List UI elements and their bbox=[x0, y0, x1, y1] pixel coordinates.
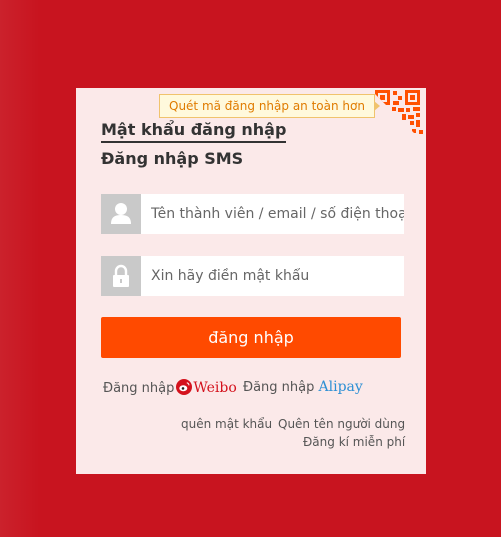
login-button[interactable]: đăng nhập bbox=[101, 317, 401, 358]
weibo-icon bbox=[176, 379, 193, 395]
qr-login-toggle[interactable] bbox=[369, 88, 426, 145]
tab-sms-login[interactable]: Đăng nhập SMS bbox=[101, 149, 243, 168]
weibo-brand: Weibo bbox=[193, 380, 237, 396]
weibo-login-prefix: Đăng nhập bbox=[103, 381, 175, 396]
tab-password-login[interactable]: Mật khẩu đăng nhập bbox=[101, 120, 287, 143]
qr-code-icon bbox=[369, 88, 426, 145]
alipay-login-link[interactable]: Đăng nhập Alipay bbox=[243, 379, 363, 395]
register-link[interactable]: Đăng kí miễn phí bbox=[303, 435, 405, 449]
user-icon bbox=[101, 194, 141, 234]
alipay-brand: Alipay bbox=[318, 379, 363, 395]
login-panel: Quét mã đăng nhập an toàn hơn Mật khẩu đ… bbox=[76, 88, 426, 474]
page-background bbox=[0, 0, 40, 537]
username-input[interactable] bbox=[141, 194, 404, 234]
username-field bbox=[101, 194, 404, 234]
forgot-username-link[interactable]: Quên tên người dùng bbox=[278, 417, 405, 431]
qr-login-tip: Quét mã đăng nhập an toàn hơn bbox=[159, 94, 380, 118]
forgot-password-link[interactable]: quên mật khẩu bbox=[181, 417, 272, 431]
password-input[interactable] bbox=[141, 256, 404, 296]
weibo-login-link[interactable]: Đăng nhập Weibo bbox=[103, 379, 237, 396]
lock-icon bbox=[101, 256, 141, 296]
alipay-login-prefix: Đăng nhập bbox=[243, 380, 315, 395]
password-field bbox=[101, 256, 404, 296]
